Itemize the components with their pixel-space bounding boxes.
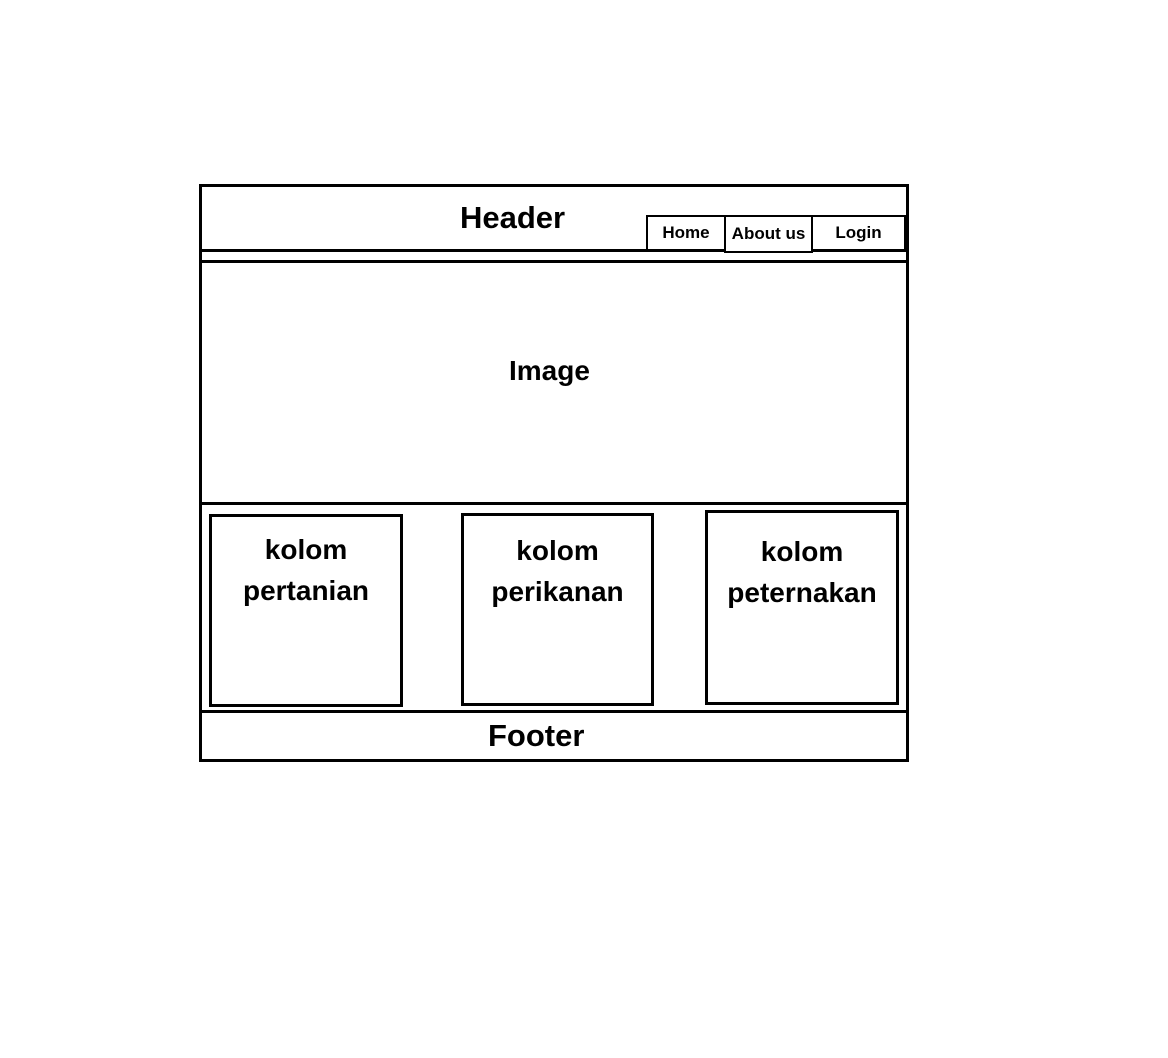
nav-login-button[interactable]: Login <box>811 215 906 251</box>
column-perikanan-line1: kolom <box>516 535 599 566</box>
footer-section: Footer <box>202 710 906 762</box>
column-peternakan: kolom peternakan <box>705 510 899 705</box>
image-section: Image <box>202 263 906 505</box>
column-pertanian-line2: pertanian <box>242 575 370 606</box>
column-perikanan: kolom perikanan <box>461 513 654 706</box>
image-label: Image <box>509 355 590 386</box>
column-perikanan-line2: perikanan <box>491 576 624 607</box>
nav-home-button[interactable]: Home <box>646 215 726 251</box>
header-section: Header Home About us Login <box>202 187 906 253</box>
wireframe-page: Header Home About us Login Image kolom p… <box>199 184 909 762</box>
column-peternakan-line2: peternakan <box>727 577 877 608</box>
column-pertanian: kolom pertanian <box>209 514 403 707</box>
footer-title: Footer <box>488 718 585 753</box>
nav-about-us-button[interactable]: About us <box>724 215 813 253</box>
column-pertanian-line1: kolom <box>264 534 348 565</box>
header-title: Header <box>460 200 566 235</box>
column-peternakan-line1: kolom <box>760 536 844 567</box>
